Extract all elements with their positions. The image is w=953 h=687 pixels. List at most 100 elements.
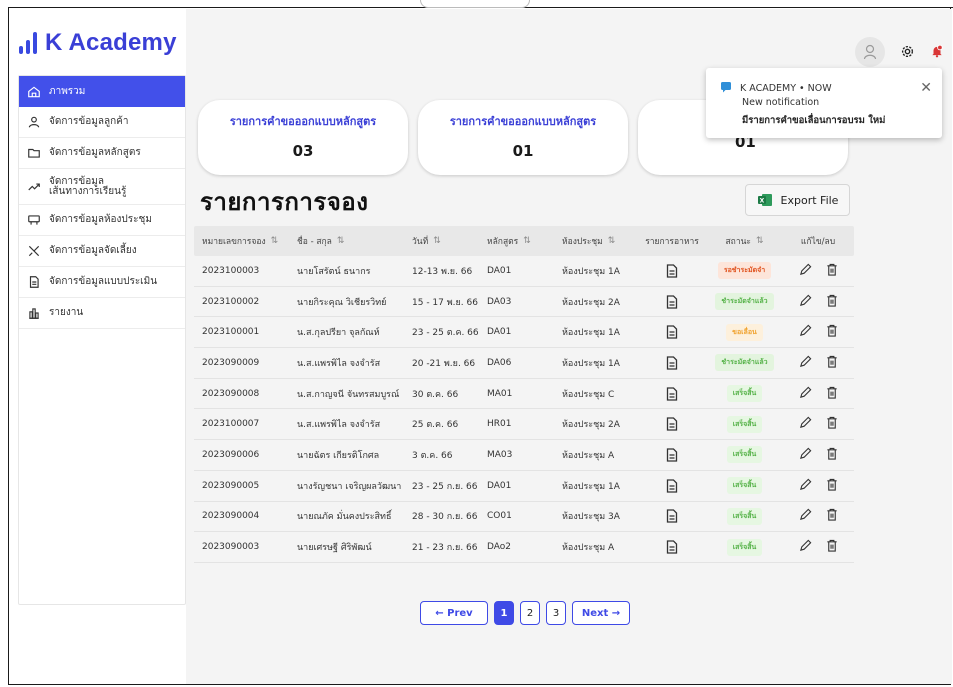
page-3-button[interactable]: 3	[546, 601, 566, 625]
cell-id: 2023100003	[202, 265, 260, 276]
edit-icon[interactable]	[799, 478, 812, 494]
edit-icon[interactable]	[799, 355, 812, 371]
cell-course: DA01	[487, 480, 512, 491]
document-icon[interactable]	[637, 386, 707, 401]
sidebar-item-4[interactable]: จัดการข้อมูล เส้นทางการเรียนรู้	[19, 169, 185, 205]
cell-date: 15 - 17 พ.ย. 66	[412, 297, 478, 308]
document-icon[interactable]	[637, 479, 707, 493]
cell-room: ห้องประชุม 2A	[562, 420, 620, 431]
column-header-label: ห้องประชุม	[562, 237, 603, 247]
column-header[interactable]: วันที่ ⇅	[404, 234, 479, 248]
form-icon	[27, 275, 41, 289]
sidebar-nav: ภาพรวมจัดการข้อมูลลูกค้าจัดการข้อมูลหลัก…	[18, 75, 186, 605]
column-header[interactable]: ชื่อ - สกุล ⇅	[289, 234, 404, 248]
actions-cell	[782, 324, 854, 340]
column-header[interactable]: ห้องประชุม ⇅	[554, 234, 637, 248]
sort-icon[interactable]: ⇅	[756, 236, 764, 246]
close-icon[interactable]: ✕	[920, 80, 932, 96]
delete-icon[interactable]	[826, 539, 838, 555]
sidebar-item-1[interactable]: ภาพรวม	[19, 76, 185, 107]
document-icon[interactable]	[637, 294, 707, 309]
status-badge: รอชำระมัดจำ	[717, 262, 772, 280]
table-row: 2023100001 น.ส.กุลปรียา จุลกัณห์ 23 - 25 ต…	[194, 317, 854, 349]
trend-icon	[27, 180, 41, 194]
chat-icon	[720, 81, 732, 96]
document-icon[interactable]	[637, 264, 707, 278]
document-icon[interactable]	[637, 540, 707, 554]
cell-date: 25 ต.ค. 66	[412, 420, 459, 431]
edit-icon[interactable]	[799, 263, 812, 279]
next-page-button[interactable]: Next →	[572, 601, 630, 625]
cell-course: DA01	[487, 327, 512, 338]
document-icon[interactable]	[637, 509, 707, 523]
status-badge: เสร็จสิ้น	[726, 446, 763, 464]
stat-card-design-requests[interactable]: รายการคำขอออกแบบหลักสูตร 03	[198, 100, 408, 175]
document-icon[interactable]	[637, 325, 707, 339]
cell-course: HR01	[487, 419, 512, 430]
sort-icon[interactable]: ⇅	[271, 236, 279, 246]
cell-room: ห้องประชุม A	[562, 543, 615, 554]
delete-icon[interactable]	[826, 478, 838, 494]
sidebar-item-label: รายงาน	[49, 307, 84, 318]
sidebar: K Academy ภาพรวมจัดการข้อมูลลูกค้าจัดการ…	[9, 9, 186, 684]
notification-toast[interactable]: K ACADEMY • NOW New notification มีรายกา…	[706, 68, 942, 138]
page-1-button[interactable]: 1	[494, 601, 514, 625]
delete-icon[interactable]	[826, 324, 838, 340]
edit-icon[interactable]	[799, 539, 812, 555]
prev-page-button[interactable]: ← Prev	[420, 601, 488, 625]
status-badge: เสร็จสิ้น	[726, 538, 763, 556]
sidebar-item-label: ภาพรวม	[49, 85, 86, 97]
column-header: รายการอาหาร	[637, 234, 707, 248]
delete-icon[interactable]	[826, 386, 838, 402]
delete-icon[interactable]	[826, 416, 838, 432]
document-icon[interactable]	[637, 417, 707, 431]
table-body: 2023100003 นายโสรัตน์ ธนากร 12-13 พ.ย. 66 D…	[194, 256, 854, 563]
svg-text:X: X	[759, 198, 764, 205]
cell-id: 2023090009	[202, 357, 260, 368]
logo: K Academy	[19, 29, 177, 57]
delete-icon[interactable]	[826, 447, 838, 463]
edit-icon[interactable]	[799, 447, 812, 463]
sidebar-item-3[interactable]: จัดการข้อมูลหลักสูตร	[19, 138, 185, 169]
stat-card-design-requests-2[interactable]: รายการคำขอออกแบบหลักสูตร 01	[418, 100, 628, 175]
sidebar-item-8[interactable]: รายงาน	[19, 298, 185, 329]
export-file-button[interactable]: X Export File	[745, 184, 850, 216]
actions-cell	[782, 447, 854, 463]
gear-icon[interactable]	[901, 43, 914, 62]
sidebar-item-label: จัดการข้อมูลหลักสูตร	[49, 147, 141, 158]
actions-cell	[782, 355, 854, 371]
column-header[interactable]: หมายเลขการจอง ⇅	[194, 234, 289, 248]
sort-icon[interactable]: ⇅	[523, 236, 531, 246]
cell-room: ห้องประชุม 1A	[562, 481, 620, 492]
delete-icon[interactable]	[826, 263, 838, 279]
status-badge: ขอเลื่อน	[726, 323, 763, 341]
sidebar-item-label: จัดการข้อมูลห้องประชุม	[49, 214, 152, 225]
cell-room: ห้องประชุม A	[562, 450, 615, 461]
sidebar-item-6[interactable]: จัดการข้อมูลจัดเลี้ยง	[19, 236, 185, 267]
bell-icon[interactable]	[930, 43, 944, 62]
delete-icon[interactable]	[826, 294, 838, 310]
sort-icon[interactable]: ⇅	[433, 236, 441, 246]
sidebar-item-2[interactable]: จัดการข้อมูลลูกค้า	[19, 107, 185, 138]
delete-icon[interactable]	[826, 355, 838, 371]
status-cell: เสร็จสิ้น	[707, 385, 782, 403]
column-header[interactable]: สถานะ ⇅	[707, 234, 782, 248]
edit-icon[interactable]	[799, 294, 812, 310]
edit-icon[interactable]	[799, 386, 812, 402]
edit-icon[interactable]	[799, 508, 812, 524]
cell-name: น.ส.แพรพิไล จงจำรัส	[297, 358, 381, 369]
edit-icon[interactable]	[799, 324, 812, 340]
sort-icon[interactable]: ⇅	[608, 236, 616, 246]
document-icon[interactable]	[637, 356, 707, 370]
sidebar-item-5[interactable]: จัดการข้อมูลห้องประชุม	[19, 205, 185, 236]
document-icon[interactable]	[637, 448, 707, 462]
edit-icon[interactable]	[799, 416, 812, 432]
delete-icon[interactable]	[826, 508, 838, 524]
sort-icon[interactable]: ⇅	[337, 236, 345, 246]
column-header[interactable]: หลักสูตร ⇅	[479, 234, 554, 248]
sidebar-item-7[interactable]: จัดการข้อมูลแบบประเมิน	[19, 267, 185, 298]
avatar[interactable]	[855, 37, 885, 67]
excel-icon: X	[757, 193, 773, 207]
page-2-button[interactable]: 2	[520, 601, 540, 625]
notification-subtitle: New notification	[742, 97, 820, 108]
